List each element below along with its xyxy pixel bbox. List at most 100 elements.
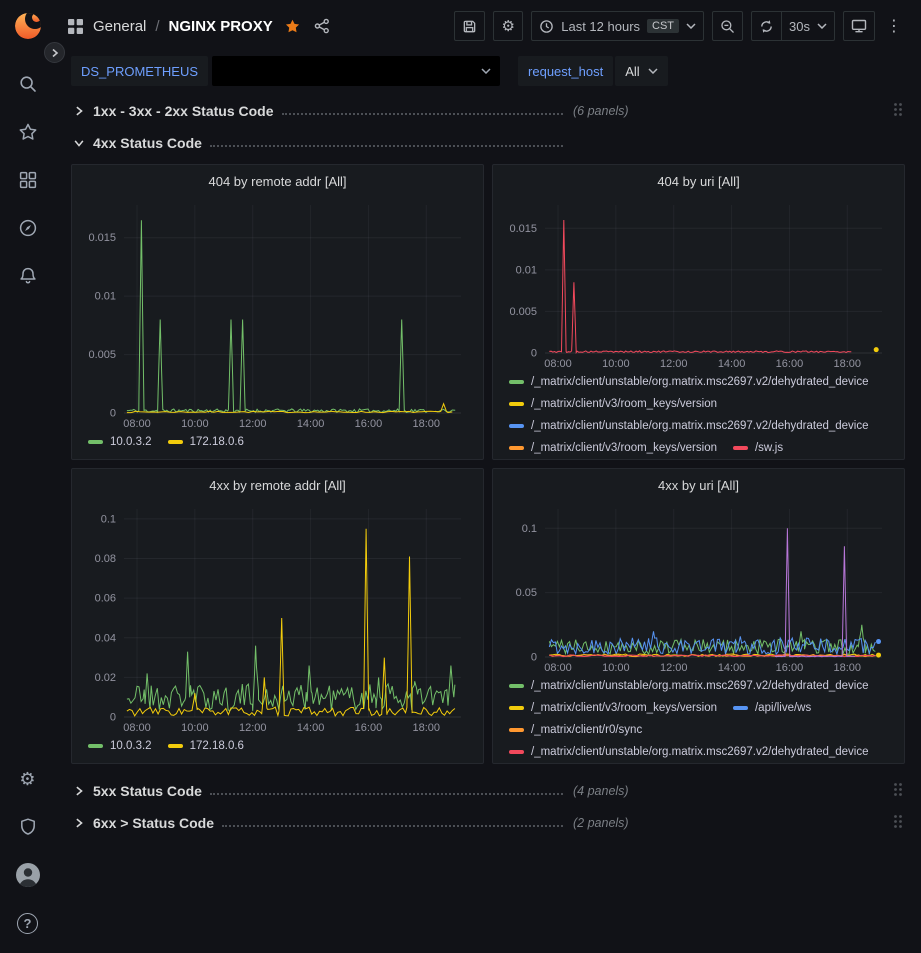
panel-title[interactable]: 404 by uri [All]	[503, 165, 894, 197]
legend-item[interactable]: /_matrix/client/unstable/org.matrix.msc2…	[509, 741, 869, 759]
kebab-icon: ⋮	[886, 16, 902, 36]
legend-swatch	[509, 706, 524, 710]
share-button[interactable]	[314, 18, 330, 34]
chevron-down-icon	[71, 137, 87, 149]
legend-label: /_matrix/client/v3/room_keys/version	[531, 398, 717, 410]
sidebar-item-profile[interactable]	[8, 851, 48, 899]
chevron-right-icon	[71, 817, 87, 829]
legend-item[interactable]: /_matrix/client/v3/room_keys/version	[509, 393, 717, 415]
svg-text:16:00: 16:00	[355, 418, 383, 429]
sidebar-item-help[interactable]: ?	[8, 899, 48, 947]
sidebar-item-explore[interactable]	[8, 204, 48, 252]
more-options-button[interactable]: ⋮	[883, 11, 905, 41]
zoom-out-time-button[interactable]	[712, 11, 743, 41]
panel-title[interactable]: 4xx by uri [All]	[503, 469, 894, 501]
panel-4xx-by-remote-addr: 4xx by remote addr [All] 00.020.040.060.…	[71, 468, 484, 764]
avatar	[15, 862, 41, 888]
chart-canvas[interactable]: 00.0050.010.01508:0010:0012:0014:0016:00…	[82, 197, 473, 429]
sidebar-item-alerting[interactable]	[8, 252, 48, 300]
legend-item[interactable]: 172.18.0.6	[168, 735, 244, 757]
sidebar-item-dashboards[interactable]	[8, 156, 48, 204]
refresh-button[interactable]	[751, 11, 782, 41]
sidebar-item-configuration[interactable]: ⚙	[8, 755, 48, 803]
svg-text:12:00: 12:00	[239, 418, 267, 429]
svg-text:0.015: 0.015	[88, 232, 116, 244]
legend-swatch	[168, 744, 183, 748]
breadcrumb-folder[interactable]: General	[93, 18, 146, 35]
row-4xx[interactable]: 4xx Status Code	[71, 128, 905, 158]
request-host-variable-dropdown[interactable]: All	[615, 56, 667, 86]
svg-text:10:00: 10:00	[602, 358, 630, 369]
row-1xx-3xx-2xx[interactable]: 1xx - 3xx - 2xx Status Code (6 panels)	[71, 96, 905, 126]
legend-label: /_matrix/client/v3/room_keys/version	[531, 702, 717, 714]
panel-404-by-uri: 404 by uri [All] 00.0050.010.01508:0010:…	[492, 164, 905, 460]
legend-item[interactable]: /_matrix/client/unstable/org.matrix.msc2…	[509, 371, 869, 393]
dashboard-settings-button[interactable]: ⚙	[493, 11, 523, 41]
row-6xx[interactable]: 6xx > Status Code (2 panels)	[71, 808, 905, 838]
chevron-down-icon	[817, 23, 827, 29]
datasource-variable-label[interactable]: DS_PROMETHEUS	[71, 56, 208, 86]
request-host-variable-value: All	[625, 64, 639, 79]
svg-text:16:00: 16:00	[355, 722, 383, 733]
legend: 10.0.3.2 172.18.0.6	[88, 735, 473, 759]
time-series-chart[interactable]: 00.050.108:0010:0012:0014:0016:0018:00	[503, 501, 894, 673]
request-host-variable-label[interactable]: request_host	[518, 56, 613, 86]
svg-text:0.1: 0.1	[101, 513, 116, 525]
sidebar-item-starred[interactable]	[8, 108, 48, 156]
legend-item[interactable]: 10.0.3.2	[88, 431, 152, 453]
timezone-badge: CST	[647, 19, 679, 33]
refresh-interval-dropdown[interactable]: 30s	[782, 11, 835, 41]
legend-item[interactable]: /_matrix/client/r0/sync	[509, 719, 642, 741]
legend-item[interactable]: /sw.js	[733, 437, 783, 455]
chart-canvas[interactable]: 00.050.108:0010:0012:0014:0016:0018:00	[503, 501, 894, 673]
legend-swatch	[509, 750, 524, 754]
grafana-logo[interactable]	[11, 0, 45, 52]
save-dashboard-button[interactable]	[454, 11, 485, 41]
time-series-chart[interactable]: 00.020.040.060.080.108:0010:0012:0014:00…	[82, 501, 473, 733]
sidebar-item-server-admin[interactable]	[8, 803, 48, 851]
legend-item[interactable]: /_matrix/client/unstable/org.matrix.msc2…	[509, 415, 869, 437]
svg-text:0.015: 0.015	[509, 223, 537, 235]
share-icon	[314, 18, 330, 34]
row-drag-handle[interactable]	[891, 100, 905, 122]
legend-item[interactable]: /_matrix/client/v3/room_keys/version	[509, 437, 717, 455]
svg-text:10:00: 10:00	[181, 418, 209, 429]
legend-label: /_matrix/client/r0/sync	[531, 724, 642, 736]
chart-canvas[interactable]: 00.020.040.060.080.108:0010:0012:0014:00…	[82, 501, 473, 733]
time-series-chart[interactable]: 00.0050.010.01508:0010:0012:0014:0016:00…	[503, 197, 894, 369]
breadcrumb-dashboard-title[interactable]: NGINX PROXY	[169, 18, 273, 35]
grafana-logo-icon	[11, 9, 45, 43]
chart-canvas[interactable]: 00.0050.010.01508:0010:0012:0014:0016:00…	[503, 197, 894, 369]
sidebar-expand-button[interactable]	[44, 42, 65, 63]
dashboard-variables-bar: DS_PROMETHEUS request_host All	[55, 52, 921, 90]
tv-mode-button[interactable]	[843, 11, 875, 41]
refresh-button-group: 30s	[751, 11, 835, 41]
legend-label: 10.0.3.2	[110, 740, 152, 752]
legend-item[interactable]: 10.0.3.2	[88, 735, 152, 757]
legend-item[interactable]: /api/live/ws	[733, 697, 811, 719]
time-series-chart[interactable]: 00.0050.010.01508:0010:0012:0014:0016:00…	[82, 197, 473, 429]
sidebar-item-search[interactable]	[8, 60, 48, 108]
chevron-right-icon	[71, 785, 87, 797]
datasource-variable-dropdown[interactable]	[212, 56, 500, 86]
row-panel-count: (2 panels)	[573, 816, 629, 830]
panel-title[interactable]: 404 by remote addr [All]	[82, 165, 473, 197]
favorite-star-button[interactable]	[284, 18, 301, 35]
navbar-actions: ⚙ Last 12 hours CST	[454, 11, 905, 41]
row-drag-handle[interactable]	[891, 780, 905, 802]
legend-swatch	[88, 744, 103, 748]
row-title: 5xx Status Code	[93, 783, 202, 799]
svg-text:18:00: 18:00	[413, 418, 441, 429]
row-drag-handle[interactable]	[891, 812, 905, 834]
clock-icon	[539, 19, 554, 34]
time-range-picker[interactable]: Last 12 hours CST	[531, 11, 704, 41]
legend-item[interactable]: 172.18.0.6	[168, 431, 244, 453]
legend-item[interactable]: /_matrix/client/v3/room_keys/version	[509, 697, 717, 719]
svg-text:0: 0	[531, 652, 537, 664]
legend-item[interactable]: /_matrix/client/unstable/org.matrix.msc2…	[509, 675, 869, 697]
legend-swatch	[509, 380, 524, 384]
svg-text:08:00: 08:00	[544, 358, 572, 369]
gear-icon: ⚙	[19, 770, 35, 788]
panel-title[interactable]: 4xx by remote addr [All]	[82, 469, 473, 501]
row-5xx[interactable]: 5xx Status Code (4 panels)	[71, 776, 905, 806]
